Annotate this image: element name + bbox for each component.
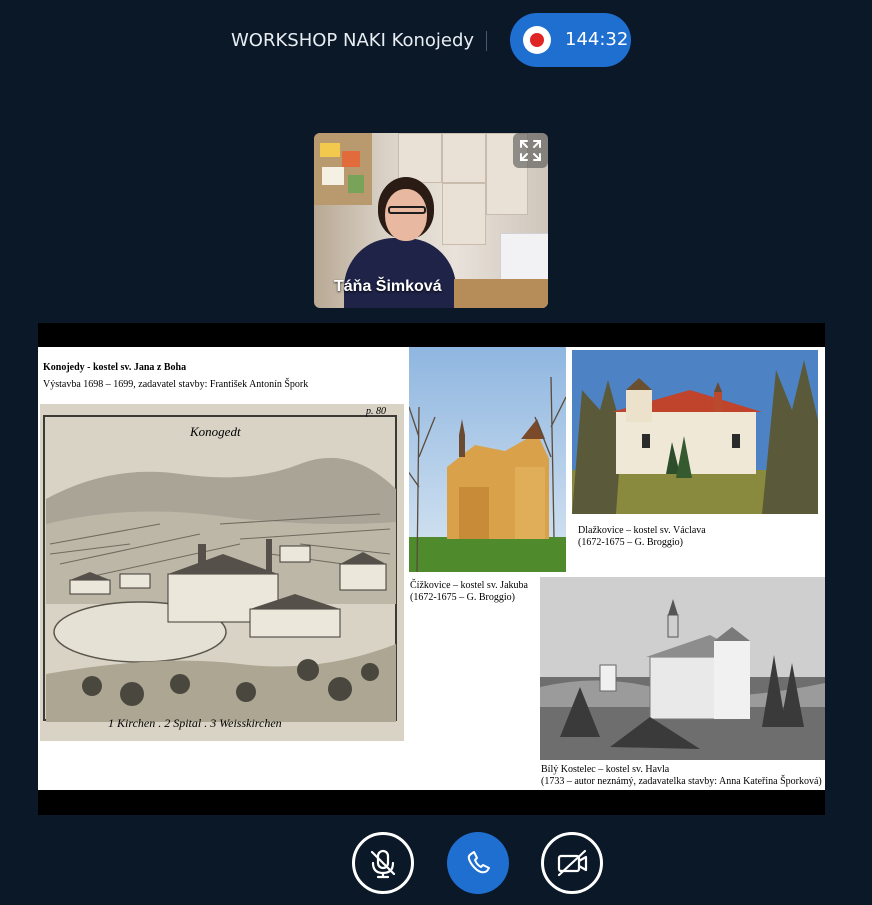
hang-up-button[interactable] (447, 832, 509, 894)
konojedy-engraving: Konogedt p. 80 1 Kirchen . 2 Spital . 3 … (40, 404, 404, 741)
presenter-face (385, 189, 427, 241)
cizkovice-caption-line1: Čížkovice – kostel sv. Jakuba (410, 580, 528, 591)
recording-timer: 144:32 (565, 29, 629, 50)
bily-kostelec-caption-line2: (1733 – autor neznámý, zadavatelka stavb… (541, 776, 822, 787)
cizkovice-church-photo (409, 347, 566, 572)
bily-kostelec-church-photo (540, 577, 825, 760)
mute-microphone-button[interactable] (352, 832, 414, 894)
call-controls (0, 832, 872, 894)
phone-icon (467, 851, 490, 874)
shared-screen: Konojedy - kostel sv. Jana z Boha Výstav… (38, 323, 825, 815)
camera-off-icon (557, 849, 588, 877)
mic-off-icon (370, 849, 396, 879)
bily-kostelec-caption-line1: Bílý Kostelec – kostel sv. Havla (541, 764, 670, 775)
cizkovice-caption-line2: (1672-1675 – G. Broggio) (410, 592, 515, 603)
record-dot (530, 33, 544, 47)
meeting-header: WORKSHOP NAKI Konojedy 144:32 (0, 13, 872, 67)
presentation-slide: Konojedy - kostel sv. Jana z Boha Výstav… (38, 347, 825, 790)
camera-toggle-button[interactable] (541, 832, 603, 894)
presenter-body (344, 238, 456, 308)
expand-icon[interactable] (513, 133, 548, 168)
glasses (388, 206, 426, 214)
dlazkovice-church-photo (572, 350, 818, 514)
slide-title: Konojedy - kostel sv. Jana z Boha (43, 362, 187, 373)
dlazkovice-caption-line1: Dlažkovice – kostel sv. Václava (578, 525, 706, 536)
meeting-title: WORKSHOP NAKI Konojedy (231, 30, 475, 51)
presenter-name: Táňa Šimková (334, 278, 442, 295)
header-divider (486, 31, 487, 51)
engraving-page-number: p. 80 (366, 406, 386, 417)
recording-indicator[interactable]: 144:32 (510, 13, 631, 67)
wall-board (314, 133, 372, 205)
engraving-header: Konogedt (190, 424, 241, 439)
desk (454, 279, 548, 308)
dlazkovice-caption-line2: (1672-1675 – G. Broggio) (578, 537, 683, 548)
slide-subtitle: Výstavba 1698 – 1699, zadavatel stavby: … (43, 379, 309, 390)
engraving-caption: 1 Kirchen . 2 Spital . 3 Weisskirchen (108, 716, 282, 730)
record-icon (523, 26, 551, 54)
